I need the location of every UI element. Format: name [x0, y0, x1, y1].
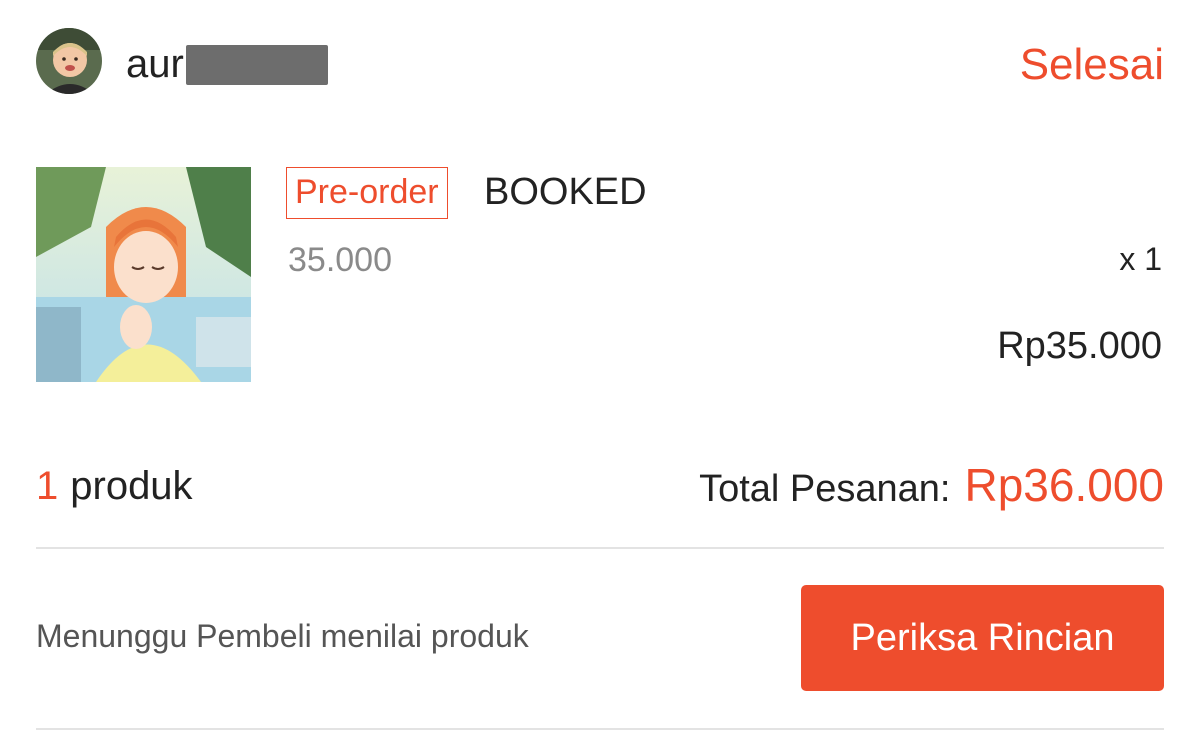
order-status: Selesai: [1019, 40, 1164, 89]
product-quantity: x 1: [1119, 241, 1162, 277]
product-thumbnail[interactable]: [36, 167, 251, 382]
product-name: BOOKED: [484, 171, 647, 213]
order-total: Total Pesanan: Rp36.000: [699, 458, 1164, 512]
total-amount: Rp36.000: [964, 459, 1165, 511]
product-price: Rp35.000: [997, 325, 1162, 367]
product-count-number: 1: [36, 464, 59, 508]
order-status-note: Menunggu Pembeli menilai produk: [36, 618, 529, 654]
order-header: aur Selesai: [36, 28, 1164, 98]
total-label: Total Pesanan:: [699, 468, 951, 510]
product-count: 1 produk: [36, 464, 193, 509]
divider-bottom: [36, 728, 1164, 730]
username-redaction: [185, 44, 328, 85]
divider: [36, 547, 1164, 549]
buyer-avatar[interactable]: [36, 28, 102, 94]
preorder-badge: Pre-order: [286, 167, 448, 219]
buyer-username[interactable]: aur: [126, 42, 328, 87]
product-variant: 35.000: [288, 241, 392, 279]
product-row[interactable]: Pre-order BOOKED 35.000 x 1 Rp35.000: [36, 167, 1164, 383]
product-count-label: produk: [70, 464, 193, 508]
order-summary: 1 produk Total Pesanan: Rp36.000: [36, 458, 1164, 514]
check-details-button[interactable]: Periksa Rincian: [801, 585, 1164, 691]
username-text: aur: [126, 42, 184, 86]
